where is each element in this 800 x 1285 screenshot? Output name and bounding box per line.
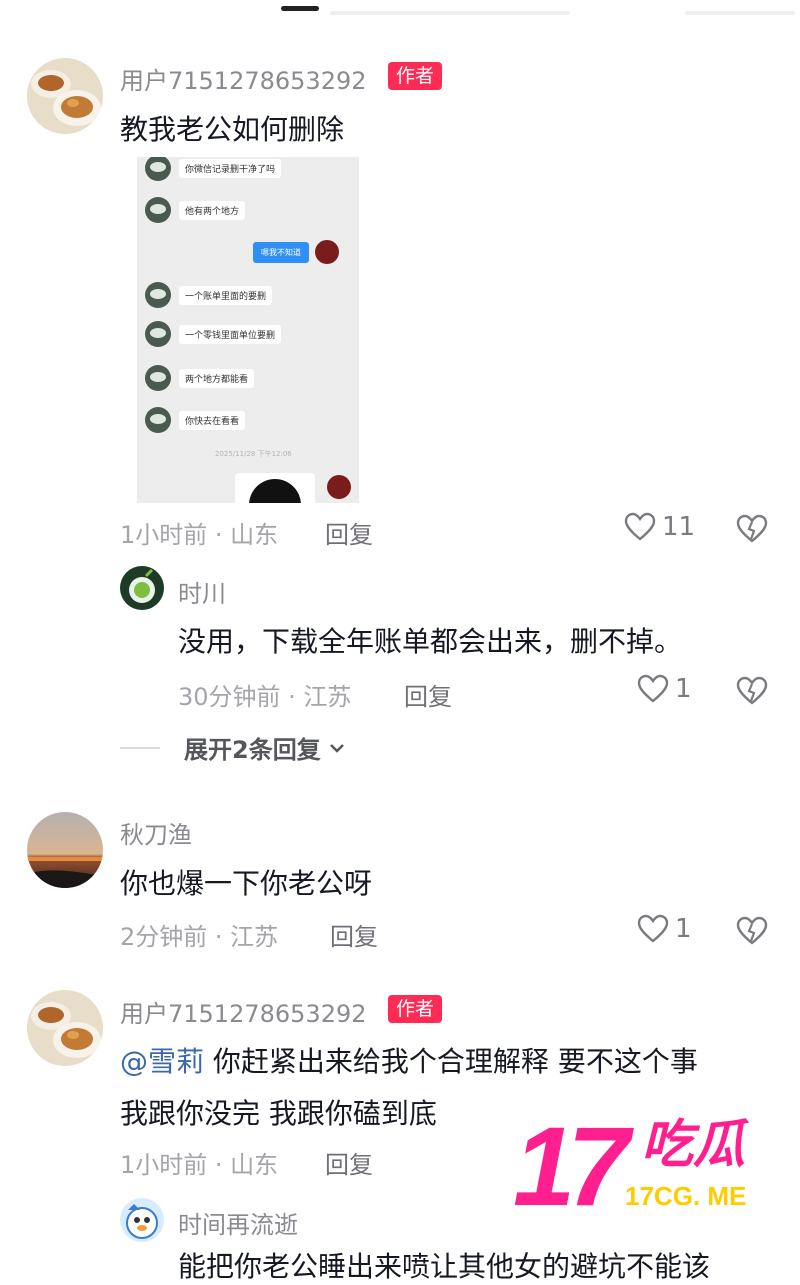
- avatar[interactable]: [27, 990, 103, 1066]
- chat-avatar: [145, 282, 171, 308]
- avatar[interactable]: [120, 1198, 164, 1242]
- divider: [120, 746, 160, 749]
- like-button[interactable]: 11: [624, 512, 695, 542]
- avatar[interactable]: [27, 58, 103, 134]
- chat-message: 两个地方都能看: [179, 368, 255, 388]
- comment-text-line: 你赶紧出来给我个合理解释 要不这个事: [212, 1045, 698, 1078]
- chevron-down-icon: [329, 743, 344, 753]
- author-badge: 作者: [388, 62, 443, 90]
- broken-heart-icon[interactable]: [736, 916, 768, 946]
- like-count: 1: [675, 914, 692, 944]
- reply-button[interactable]: 回复: [325, 515, 373, 550]
- comment-username[interactable]: 用户7151278653292: [120, 61, 367, 96]
- chat-avatar: [145, 321, 171, 347]
- reply-button[interactable]: 回复: [325, 1145, 373, 1180]
- chat-avatar: [145, 407, 171, 433]
- chat-avatar: [145, 197, 171, 223]
- watermark-domain: 17CG. ME: [625, 1181, 746, 1211]
- reply-button[interactable]: 回复: [404, 677, 452, 712]
- watermark-number: 17: [513, 1110, 634, 1220]
- comment-meta: 2分钟前 · 江苏: [120, 923, 279, 951]
- watermark-chinese: 吃瓜: [641, 1115, 750, 1175]
- chat-timestamp: 2025/11/28 下午12:06: [215, 450, 292, 458]
- comment-text: 你也爆一下你老公呀: [120, 867, 373, 900]
- mention-link[interactable]: @雪莉: [120, 1045, 204, 1078]
- comment-image[interactable]: 你微信记录删干净了吗 他有两个地方 嗯我不知道 一个账单里面的要删 一个零钱里面…: [137, 157, 359, 503]
- reply-meta: 30分钟前 · 江苏: [178, 683, 352, 711]
- comment-meta: 1小时前 · 山东: [120, 1151, 279, 1179]
- chat-message: 一个账单里面的要删: [179, 285, 273, 305]
- reply-text: 没用，下载全年账单都会出来，删不掉。: [178, 625, 683, 658]
- reply-username[interactable]: 时间再流逝: [178, 1205, 298, 1240]
- expand-replies-button[interactable]: 展开2条回复: [120, 730, 345, 765]
- chat-message: 你微信记录删干净了吗: [179, 158, 282, 178]
- chat-message: 他有两个地方: [179, 200, 246, 220]
- comment-username[interactable]: 秋刀渔: [120, 815, 192, 850]
- top-indicator-bar: [0, 0, 800, 26]
- drag-handle[interactable]: [281, 6, 319, 11]
- like-button[interactable]: 1: [637, 914, 692, 944]
- watermark-logo: 17 吃瓜 17CG. ME: [513, 1104, 793, 1229]
- chat-avatar: [327, 475, 351, 499]
- chat-message: 一个零钱里面单位要删: [179, 324, 282, 344]
- like-button[interactable]: 1: [637, 674, 692, 704]
- avatar[interactable]: [120, 566, 164, 610]
- author-badge: 作者: [388, 995, 443, 1023]
- comment-text: 教我老公如何删除: [120, 113, 345, 146]
- chat-avatar: [315, 240, 339, 264]
- chat-message: 你快去在看看: [179, 410, 246, 430]
- broken-heart-icon[interactable]: [736, 514, 768, 544]
- heart-icon: [637, 914, 669, 943]
- comment-username[interactable]: 用户7151278653292: [120, 994, 367, 1029]
- like-count: 1: [675, 674, 692, 704]
- reply-button[interactable]: 回复: [330, 917, 378, 952]
- heart-icon: [624, 512, 656, 541]
- divider: [685, 11, 795, 15]
- expand-replies-label: 展开2条回复: [184, 736, 321, 764]
- avatar[interactable]: [27, 812, 103, 888]
- chat-avatar: [145, 365, 171, 391]
- heart-icon: [637, 674, 669, 703]
- divider: [330, 11, 570, 15]
- broken-heart-icon[interactable]: [736, 676, 768, 706]
- reply-text: 能把你老公睡出来喷让其他女的避坑不能该: [178, 1250, 711, 1283]
- comment-text: @雪莉 你赶紧出来给我个合理解释 要不这个事: [120, 1040, 698, 1080]
- chat-avatar: [145, 157, 171, 181]
- comment-meta: 1小时前 · 山东: [120, 521, 279, 549]
- chat-image-bubble: [235, 473, 315, 503]
- like-count: 11: [662, 512, 696, 542]
- reply-username[interactable]: 时川: [178, 574, 226, 609]
- comment-text-line: 我跟你没完 我跟你磕到底: [120, 1097, 437, 1130]
- chat-message-sent: 嗯我不知道: [253, 241, 309, 263]
